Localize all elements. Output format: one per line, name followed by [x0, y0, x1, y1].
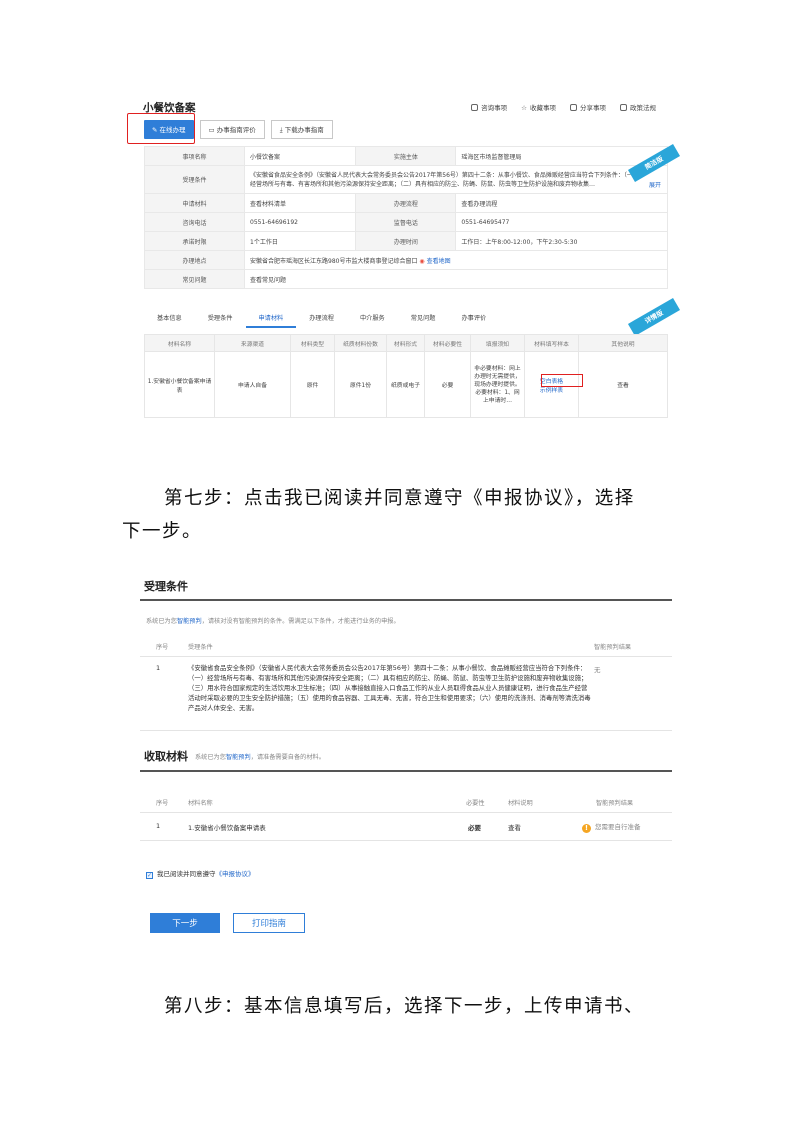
table-row: 1.安徽省小餐饮备案申请表 申请人自备 原件 原件1份 纸质或电子 必要 非必要…	[144, 351, 668, 418]
flow-link[interactable]: 查看办理流程	[455, 193, 668, 213]
divider	[140, 599, 672, 601]
step7-line1: 第七步：点击我已阅读并同意遵守《申报协议》，选择	[164, 488, 635, 509]
consult-icon	[471, 104, 479, 111]
service-actions: 咨询事项 ☆ 收藏事项 分享事项 政策法规	[471, 102, 656, 112]
cond-value: 《安徽省食品安全条例》（安徽省人民代表大会常务委员会公告2017年第56号）第四…	[244, 165, 668, 194]
service-info-table: 事项名称 小餐饮备案 实施主体 瑶海区市场监督管理局 受理条件 《安徽省食品安全…	[144, 146, 668, 289]
checkbox-checked-icon[interactable]: ✓	[146, 872, 153, 879]
agreement-link[interactable]: 《申报协议》	[216, 870, 255, 878]
tab-flow[interactable]: 办理流程	[296, 310, 347, 328]
supervise-value: 0551-64695477	[455, 212, 668, 232]
smart-predict-link[interactable]: 智能预判	[177, 618, 202, 625]
divider	[140, 812, 672, 813]
policy-action[interactable]: 政策法规	[620, 102, 656, 112]
divider	[140, 770, 672, 772]
cond-text: 《安徽省食品安全条例》（安徽省人民代表大会常务委员会公告2017年第56号）第四…	[250, 171, 636, 188]
tab-evaluate[interactable]: 办事评价	[449, 310, 500, 328]
print-guide-button[interactable]: 打印指南	[233, 913, 305, 933]
cond-result: 无	[594, 666, 601, 674]
mat-seq: 1	[156, 822, 161, 830]
col-result: 智能预判结果	[596, 800, 634, 807]
declaration-screenshot: 受理条件 系统已为您智能预判，请核对没有智能预判的条件。需满足以下条件，才能进行…	[140, 572, 680, 937]
supervise-label: 监督电话	[355, 212, 457, 232]
divider	[140, 730, 672, 731]
material-label: 申请材料	[144, 193, 245, 213]
impl-label: 实施主体	[355, 146, 457, 166]
hours-label: 办理时间	[355, 231, 457, 251]
service-detail-screenshot: 小餐饮备案 咨询事项 ☆ 收藏事项 分享事项 政策法规 ✎ 在线办理 ▭ 办事指南…	[127, 96, 681, 426]
tab-conditions[interactable]: 受理条件	[195, 310, 246, 328]
mat-need: 必要	[468, 824, 481, 832]
tab-materials[interactable]: 申请材料	[245, 310, 297, 328]
faq-link[interactable]: 查看常见问题	[244, 269, 668, 289]
step8-line1: 第八步：基本信息填写后，选择下一步，上传申请书、	[164, 996, 645, 1017]
share-action[interactable]: 分享事项	[570, 102, 606, 112]
tab-agency[interactable]: 中介服务	[347, 310, 398, 328]
materials-heading: 收取材料	[144, 750, 188, 763]
col-result: 智能预判结果	[594, 644, 632, 651]
highlight-box	[127, 113, 195, 144]
map-link[interactable]: 查看地图	[427, 258, 451, 265]
materials-note: 系统已为您智能预判，请准备需要自备的材料。	[195, 754, 325, 761]
hours-value: 工作日：上午8:00-12:00，下午2:30-5:30	[455, 231, 668, 251]
col-seq: 序号	[156, 800, 169, 807]
promise-label: 承诺时限	[144, 231, 245, 251]
favorite-action[interactable]: ☆ 收藏事项	[521, 102, 556, 112]
cond-label: 受理条件	[144, 165, 245, 194]
expand-link[interactable]: 展开	[649, 181, 661, 190]
col-desc: 材料说明	[508, 800, 533, 807]
conditions-note: 系统已为您智能预判，请核对没有智能预判的条件。需满足以下条件，才能进行业务的申报…	[146, 618, 400, 625]
cond-text: 《安徽省食品安全条例》（安徽省人民代表大会常务委员会公告2017年第56号）第四…	[188, 664, 591, 712]
col-need: 必要性	[466, 800, 485, 807]
conditions-heading: 受理条件	[144, 580, 188, 593]
materials-table: 材料名称 来源渠道 材料类型 纸质材料份数 材料形式 材料必要性 填报须知 材料…	[144, 334, 668, 418]
next-step-button[interactable]: 下一步	[150, 913, 220, 933]
item-name-value: 小餐饮备案	[243, 146, 357, 166]
star-icon: ☆	[521, 104, 527, 112]
faq-label: 常见问题	[144, 269, 245, 289]
cond-seq: 1	[156, 664, 161, 672]
table-header-row: 材料名称 来源渠道 材料类型 纸质材料份数 材料形式 材料必要性 填报须知 材料…	[144, 334, 668, 352]
item-name-label: 事项名称	[144, 146, 245, 166]
phone-value: 0551-64696192	[243, 212, 357, 232]
mat-name: 1.安徽省小餐饮备案申请表	[188, 824, 266, 832]
place-label: 办理地点	[144, 250, 245, 270]
comment-icon: ▭	[208, 126, 217, 134]
warning-icon: !	[582, 824, 591, 833]
mat-result: ! 您需要自行准备	[582, 821, 641, 833]
download-guide-button[interactable]: ⤓ 下载办事指南	[270, 120, 333, 139]
divider	[140, 840, 672, 841]
guide-evaluate-button[interactable]: ▭ 办事指南评价	[199, 120, 265, 139]
col-seq: 序号	[156, 644, 169, 651]
share-icon	[570, 104, 577, 111]
detail-tabs: 基本信息 受理条件 申请材料 办理流程 中介服务 常见问题 办事评价	[144, 310, 668, 328]
map-pin-icon: ◉	[419, 257, 425, 265]
promise-value: 1个工作日	[243, 231, 357, 251]
place-value: 安徽省合肥市瑶海区长江东路980号市监大楼商事登记综合窗口 ◉ 查看地图	[244, 250, 668, 270]
highlight-box	[541, 374, 583, 387]
smart-predict-link[interactable]: 智能预判	[226, 754, 251, 761]
phone-label: 咨询电话	[144, 212, 245, 232]
tab-basic-info[interactable]: 基本信息	[144, 310, 195, 328]
consult-action[interactable]: 咨询事项	[471, 102, 507, 112]
col-mat-name: 材料名称	[188, 800, 213, 807]
view-link[interactable]: 查看	[578, 351, 668, 418]
divider	[140, 656, 672, 657]
mat-view-link[interactable]: 查看	[508, 822, 521, 832]
document-icon	[620, 104, 627, 111]
agreement-checkbox-row[interactable]: ✓ 我已阅读并同意遵守《申报协议》	[146, 868, 255, 879]
tab-faq[interactable]: 常见问题	[398, 310, 449, 328]
material-link[interactable]: 查看材料清单	[243, 193, 357, 213]
flow-label: 办理流程	[355, 193, 457, 213]
col-cond: 受理条件	[188, 644, 213, 651]
impl-value: 瑶海区市场监督管理局	[455, 146, 668, 166]
step7-line2: 下一步。	[122, 521, 203, 542]
